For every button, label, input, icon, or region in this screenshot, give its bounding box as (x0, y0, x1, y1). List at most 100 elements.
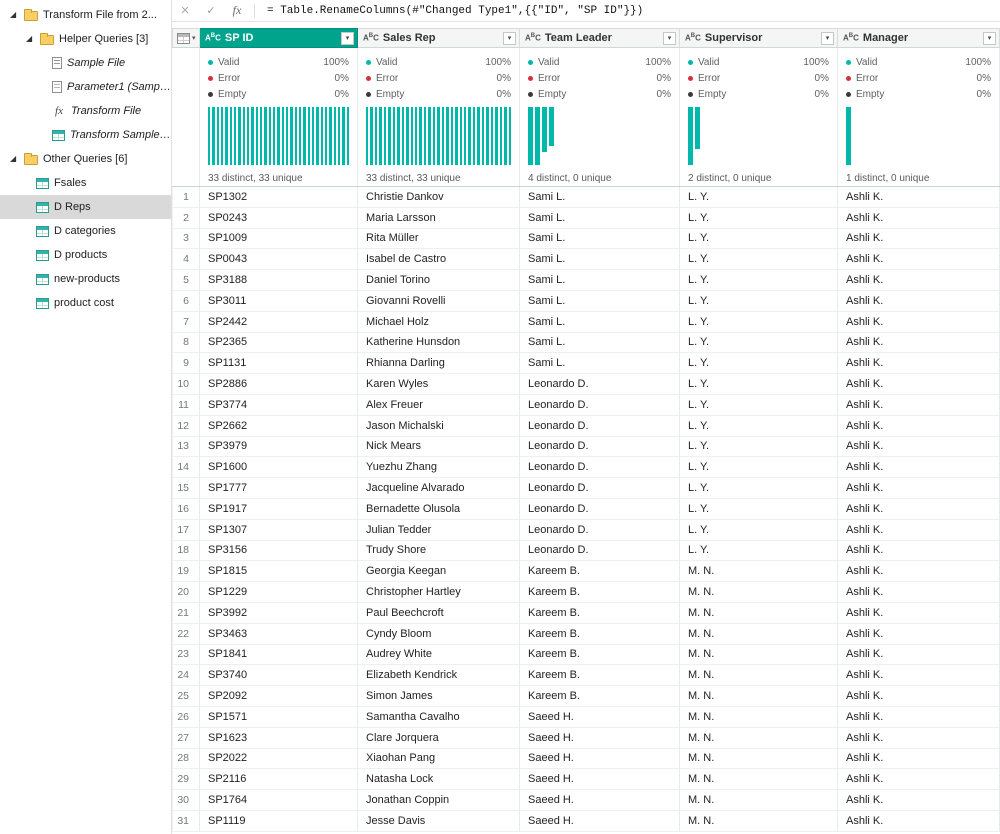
cell-team-leader[interactable]: Leonardo D. (520, 416, 680, 437)
cell-manager[interactable]: Ashli K. (838, 270, 1000, 291)
row-number[interactable]: 8 (172, 333, 200, 354)
cell-sales-rep[interactable]: Simon James (358, 686, 520, 707)
cell-sp-id[interactable]: SP2365 (200, 333, 358, 354)
row-number[interactable]: 12 (172, 416, 200, 437)
cell-supervisor[interactable]: M. N. (680, 728, 838, 749)
cancel-formula-icon[interactable]: ✕ (172, 4, 198, 17)
cell-sp-id[interactable]: SP1009 (200, 229, 358, 250)
cell-sales-rep[interactable]: Jacqueline Alvarado (358, 478, 520, 499)
value-distribution-histogram[interactable] (366, 107, 511, 165)
cell-sp-id[interactable]: SP2662 (200, 416, 358, 437)
table-corner-button[interactable]: ▾ (172, 28, 200, 48)
cell-sp-id[interactable]: SP1815 (200, 561, 358, 582)
cell-supervisor[interactable]: M. N. (680, 665, 838, 686)
cell-team-leader[interactable]: Saeed H. (520, 811, 680, 832)
row-number[interactable]: 6 (172, 291, 200, 312)
cell-sales-rep[interactable]: Rita Müller (358, 229, 520, 250)
cell-manager[interactable]: Ashli K. (838, 457, 1000, 478)
cell-sp-id[interactable]: SP3979 (200, 437, 358, 458)
cell-team-leader[interactable]: Saeed H. (520, 790, 680, 811)
cell-sp-id[interactable]: SP3011 (200, 291, 358, 312)
table-menu-dropdown-icon[interactable]: ▾ (192, 34, 196, 42)
cell-sp-id[interactable]: SP3774 (200, 395, 358, 416)
cell-sales-rep[interactable]: Nick Mears (358, 437, 520, 458)
cell-sp-id[interactable]: SP3156 (200, 541, 358, 562)
formula-input[interactable]: = Table.RenameColumns(#"Changed Type1",{… (259, 5, 1000, 17)
cell-supervisor[interactable]: L. Y. (680, 395, 838, 416)
cell-team-leader[interactable]: Sami L. (520, 312, 680, 333)
cell-sp-id[interactable]: SP1777 (200, 478, 358, 499)
row-number[interactable]: 20 (172, 582, 200, 603)
cell-manager[interactable]: Ashli K. (838, 561, 1000, 582)
filter-dropdown-icon[interactable]: ▾ (341, 32, 354, 45)
tree-expander-icon[interactable]: ◢ (26, 35, 35, 43)
row-number[interactable]: 16 (172, 499, 200, 520)
cell-sales-rep[interactable]: Cyndy Bloom (358, 624, 520, 645)
row-number[interactable]: 11 (172, 395, 200, 416)
cell-sp-id[interactable]: SP2886 (200, 374, 358, 395)
row-number[interactable]: 3 (172, 229, 200, 250)
cell-sales-rep[interactable]: Giovanni Rovelli (358, 291, 520, 312)
filter-dropdown-icon[interactable]: ▾ (821, 32, 834, 45)
cell-sp-id[interactable]: SP0243 (200, 208, 358, 229)
row-number[interactable]: 17 (172, 520, 200, 541)
commit-formula-icon[interactable]: ✓ (198, 4, 224, 17)
cell-manager[interactable]: Ashli K. (838, 249, 1000, 270)
cell-manager[interactable]: Ashli K. (838, 374, 1000, 395)
cell-sales-rep[interactable]: Bernadette Olusola (358, 499, 520, 520)
row-number[interactable]: 5 (172, 270, 200, 291)
cell-supervisor[interactable]: M. N. (680, 624, 838, 645)
sidebar-item-other-queries-6[interactable]: ◢Other Queries [6] (0, 147, 171, 171)
cell-supervisor[interactable]: L. Y. (680, 229, 838, 250)
row-number[interactable]: 14 (172, 457, 200, 478)
row-number[interactable]: 13 (172, 437, 200, 458)
cell-sales-rep[interactable]: Paul Beechcroft (358, 603, 520, 624)
sidebar-item-transform-file-from-2[interactable]: ◢Transform File from 2... (0, 3, 171, 27)
cell-sales-rep[interactable]: Maria Larsson (358, 208, 520, 229)
cell-team-leader[interactable]: Sami L. (520, 229, 680, 250)
cell-manager[interactable]: Ashli K. (838, 187, 1000, 208)
cell-sp-id[interactable]: SP1623 (200, 728, 358, 749)
cell-supervisor[interactable]: L. Y. (680, 541, 838, 562)
cell-sp-id[interactable]: SP1119 (200, 811, 358, 832)
cell-team-leader[interactable]: Kareem B. (520, 582, 680, 603)
cell-sales-rep[interactable]: Jonathan Coppin (358, 790, 520, 811)
cell-sp-id[interactable]: SP1229 (200, 582, 358, 603)
cell-supervisor[interactable]: L. Y. (680, 416, 838, 437)
cell-sales-rep[interactable]: Christie Dankov (358, 187, 520, 208)
cell-supervisor[interactable]: L. Y. (680, 208, 838, 229)
cell-team-leader[interactable]: Saeed H. (520, 769, 680, 790)
row-number[interactable]: 30 (172, 790, 200, 811)
cell-manager[interactable]: Ashli K. (838, 229, 1000, 250)
row-number[interactable]: 1 (172, 187, 200, 208)
row-number[interactable]: 2 (172, 208, 200, 229)
cell-team-leader[interactable]: Kareem B. (520, 665, 680, 686)
cell-sales-rep[interactable]: Trudy Shore (358, 541, 520, 562)
cell-supervisor[interactable]: L. Y. (680, 520, 838, 541)
cell-sales-rep[interactable]: Michael Holz (358, 312, 520, 333)
filter-dropdown-icon[interactable]: ▾ (663, 32, 676, 45)
cell-team-leader[interactable]: Leonardo D. (520, 520, 680, 541)
cell-sales-rep[interactable]: Yuezhu Zhang (358, 457, 520, 478)
tree-expander-icon[interactable]: ◢ (10, 11, 19, 19)
cell-sales-rep[interactable]: Elizabeth Kendrick (358, 665, 520, 686)
row-number[interactable]: 18 (172, 541, 200, 562)
cell-supervisor[interactable]: L. Y. (680, 333, 838, 354)
cell-team-leader[interactable]: Sami L. (520, 249, 680, 270)
sidebar-item-d-categories[interactable]: D categories (0, 219, 171, 243)
cell-team-leader[interactable]: Leonardo D. (520, 437, 680, 458)
filter-dropdown-icon[interactable]: ▾ (503, 32, 516, 45)
cell-supervisor[interactable]: M. N. (680, 749, 838, 770)
cell-sp-id[interactable]: SP2022 (200, 749, 358, 770)
sidebar-item-fsales[interactable]: Fsales (0, 171, 171, 195)
cell-sales-rep[interactable]: Xiaohan Pang (358, 749, 520, 770)
cell-team-leader[interactable]: Sami L. (520, 333, 680, 354)
cell-sales-rep[interactable]: Natasha Lock (358, 769, 520, 790)
row-number[interactable]: 29 (172, 769, 200, 790)
row-number[interactable]: 22 (172, 624, 200, 645)
cell-sales-rep[interactable]: Clare Jorquera (358, 728, 520, 749)
cell-supervisor[interactable]: M. N. (680, 603, 838, 624)
cell-sales-rep[interactable]: Samantha Cavalho (358, 707, 520, 728)
value-distribution-histogram[interactable] (208, 107, 349, 165)
cell-supervisor[interactable]: L. Y. (680, 187, 838, 208)
